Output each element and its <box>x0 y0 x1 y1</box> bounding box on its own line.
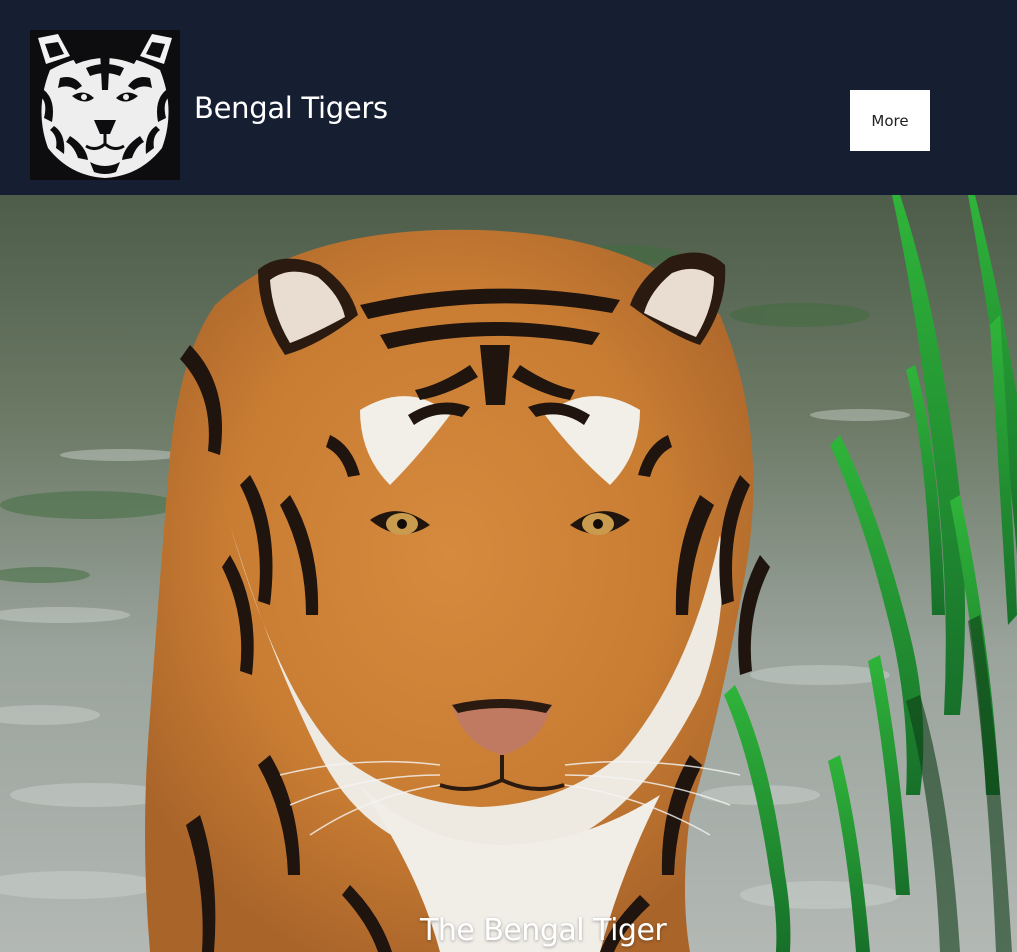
site-title[interactable]: Bengal Tigers <box>194 88 388 128</box>
more-button[interactable]: More <box>850 90 930 151</box>
tiger-photo <box>0 195 1017 952</box>
hero-banner: The Bengal Tiger <box>0 195 1017 952</box>
tiger-face-logo-icon[interactable] <box>30 30 180 180</box>
site-header: Bengal Tigers More <box>0 0 1017 195</box>
hero-title: The Bengal Tiger <box>420 913 667 948</box>
tiger-logo-graphic <box>30 30 180 180</box>
